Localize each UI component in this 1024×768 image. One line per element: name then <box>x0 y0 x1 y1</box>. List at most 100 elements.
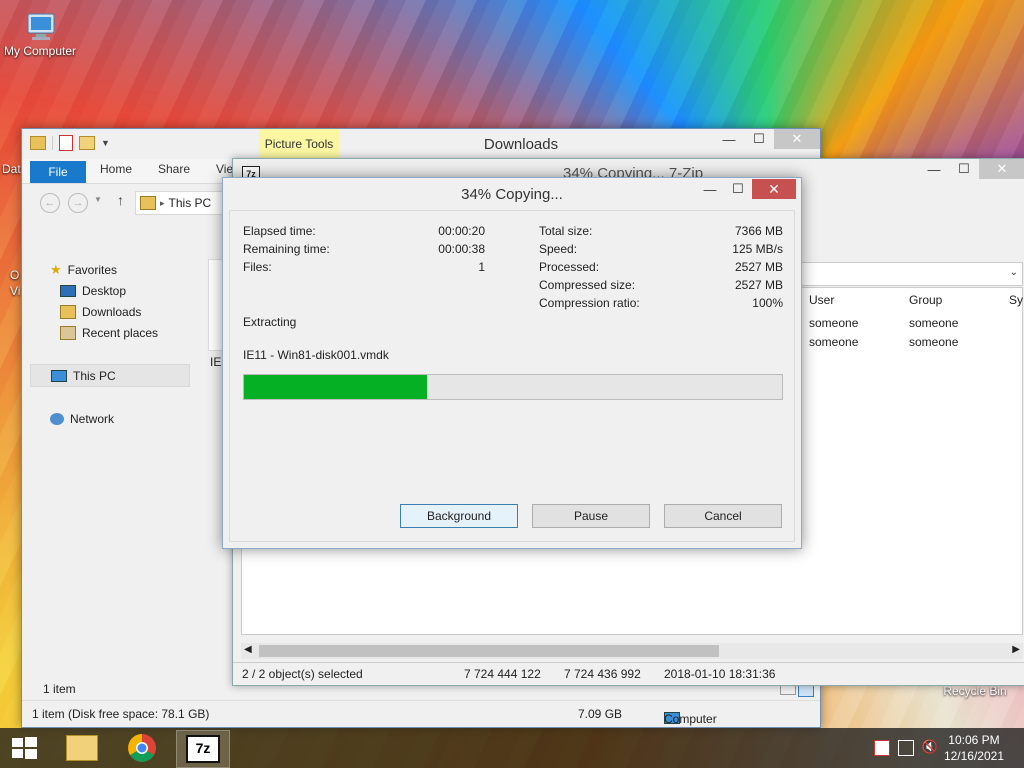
total-size-value: 7366 MB <box>734 224 783 238</box>
close-button[interactable]: ✕ <box>752 179 796 199</box>
table-row[interactable]: someone <box>809 335 858 349</box>
scroll-left-icon[interactable]: ◀ <box>244 644 252 655</box>
desktop-icon-label: My Computer <box>3 44 77 58</box>
system-clock[interactable]: 10:06 PM 12/16/2021 <box>944 732 1004 764</box>
back-button[interactable]: ← <box>40 193 60 213</box>
windows-logo-icon <box>12 737 37 759</box>
compression-ratio-value: 100% <box>752 296 783 310</box>
window-title: Downloads <box>483 136 559 153</box>
recent-dropdown-icon[interactable]: ▼ <box>94 195 102 204</box>
tray-volume-muted-icon[interactable]: 🔇 <box>922 739 938 755</box>
explorer-titlebar: ▼ Picture Tools Downloads — ☐ ✕ <box>22 129 820 159</box>
total-size: 7 724 444 122 <box>464 667 541 681</box>
up-button[interactable]: ↑ <box>117 192 124 208</box>
column-header-group[interactable]: Group <box>909 293 942 307</box>
maximize-button[interactable]: ☐ <box>724 179 752 199</box>
remaining-value: 00:00:38 <box>438 242 485 256</box>
fm-status-bar: 2 / 2 object(s) selected 7 724 444 122 7… <box>233 662 1024 685</box>
downloads-icon <box>60 304 76 319</box>
chevron-right-icon: ▸ <box>160 197 165 208</box>
table-row[interactable]: someone <box>909 316 958 330</box>
network-icon <box>50 412 64 425</box>
desktop-partial-label: Dat <box>2 162 21 176</box>
elapsed-value: 00:00:20 <box>438 224 485 238</box>
minimize-button[interactable]: — <box>919 159 949 179</box>
background-button[interactable]: Background <box>400 504 518 528</box>
horizontal-scrollbar[interactable]: ◀ ▶ <box>241 643 1023 659</box>
close-button[interactable]: ✕ <box>979 159 1024 179</box>
operation-label: Extracting <box>243 315 297 329</box>
nav-this-pc[interactable]: This PC <box>30 364 190 387</box>
pause-button[interactable]: Pause <box>532 504 650 528</box>
processed-label: Processed: <box>539 260 600 274</box>
total-size-label: Total size: <box>539 224 593 238</box>
current-file: IE11 - Win81-disk001.vmdk <box>243 348 389 362</box>
taskbar-chrome[interactable] <box>116 730 168 766</box>
minimize-button[interactable]: — <box>714 129 744 149</box>
address-text: This PC <box>168 196 212 210</box>
scrollbar-thumb[interactable] <box>259 645 719 657</box>
files-label: Files: <box>243 260 272 274</box>
desktop-partial-label: Vi <box>10 284 21 298</box>
taskbar-explorer[interactable] <box>56 730 108 766</box>
forward-button[interactable]: → <box>68 193 88 213</box>
remaining-label: Remaining time: <box>243 242 330 256</box>
compressed-size-value: 2527 MB <box>734 278 783 292</box>
speed-value: 125 MB/s <box>732 242 783 256</box>
desktop-partial-label: O <box>10 268 20 282</box>
nav-favorites[interactable]: ★ Favorites <box>30 259 190 280</box>
navigation-pane: ★ Favorites Desktop Downloads Recent pla… <box>30 259 190 429</box>
file-explorer-icon <box>66 735 98 761</box>
elapsed-label: Elapsed time: <box>243 224 316 238</box>
this-pc-icon <box>140 196 156 210</box>
progress-bar <box>243 374 783 400</box>
tray-flag-icon[interactable] <box>874 740 890 756</box>
table-row[interactable]: someone <box>809 316 858 330</box>
details-bar: 1 item (Disk free space: 78.1 GB) 7.09 G… <box>22 700 820 727</box>
dialog-body: Elapsed time: 00:00:20 Remaining time: 0… <box>229 210 795 542</box>
tab-share[interactable]: Share <box>158 162 190 176</box>
desktop-icon <box>60 284 76 297</box>
packed-size: 7 724 436 992 <box>564 667 641 681</box>
files-value: 1 <box>478 260 485 274</box>
desktop-icon-my-computer[interactable]: My Computer <box>2 12 78 58</box>
start-button[interactable] <box>10 736 38 760</box>
nav-desktop[interactable]: Desktop <box>30 280 190 301</box>
tab-file[interactable]: File <box>30 161 86 183</box>
desktop-icon-label: Recycle Bin <box>943 684 1007 698</box>
maximize-button[interactable]: ☐ <box>744 129 774 149</box>
taskbar-7zip[interactable]: 7z <box>176 730 230 768</box>
star-icon: ★ <box>50 261 62 277</box>
sevenzip-icon: 7z <box>186 735 220 763</box>
speed-label: Speed: <box>539 242 578 256</box>
computer-icon <box>51 369 67 382</box>
scroll-right-icon[interactable]: ▶ <box>1012 644 1020 655</box>
recent-places-icon <box>60 325 76 340</box>
nav-downloads[interactable]: Downloads <box>30 301 190 322</box>
nav-recent-places[interactable]: Recent places <box>30 322 190 343</box>
dialog-titlebar: 34% Copying... — ☐ ✕ <box>223 178 801 210</box>
compression-ratio-label: Compression ratio: <box>539 296 640 310</box>
desktop-icon-recycle-bin[interactable]: Recycle Bin <box>940 684 1010 698</box>
taskbar: 7z 🔇 10:06 PM 12/16/2021 <box>0 728 1024 768</box>
processed-value: 2527 MB <box>734 260 783 274</box>
selected-count: 2 / 2 object(s) selected <box>242 667 363 681</box>
close-button[interactable]: ✕ <box>774 129 820 149</box>
address-box[interactable]: ▸ This PC <box>135 191 226 215</box>
cancel-button[interactable]: Cancel <box>664 504 782 528</box>
column-header-user[interactable]: User <box>809 293 834 307</box>
size-text: 7.09 GB <box>578 707 623 721</box>
clock-time: 10:06 PM <box>948 733 1000 747</box>
progress-fill <box>244 375 427 399</box>
maximize-button[interactable]: ☐ <box>949 159 979 179</box>
tab-home[interactable]: Home <box>100 162 132 176</box>
tray-network-icon[interactable] <box>898 740 914 756</box>
clock-date: 12/16/2021 <box>943 749 1004 763</box>
minimize-button[interactable]: — <box>696 179 724 199</box>
tab-view[interactable]: Vie <box>216 162 233 176</box>
disk-free-text: 1 item (Disk free space: 78.1 GB) <box>32 707 210 721</box>
column-header-sy[interactable]: Sy <box>1009 293 1023 307</box>
nav-network[interactable]: Network <box>30 408 190 429</box>
table-row[interactable]: someone <box>909 335 958 349</box>
copy-progress-dialog: 34% Copying... — ☐ ✕ Elapsed time: 00:00… <box>222 177 802 549</box>
